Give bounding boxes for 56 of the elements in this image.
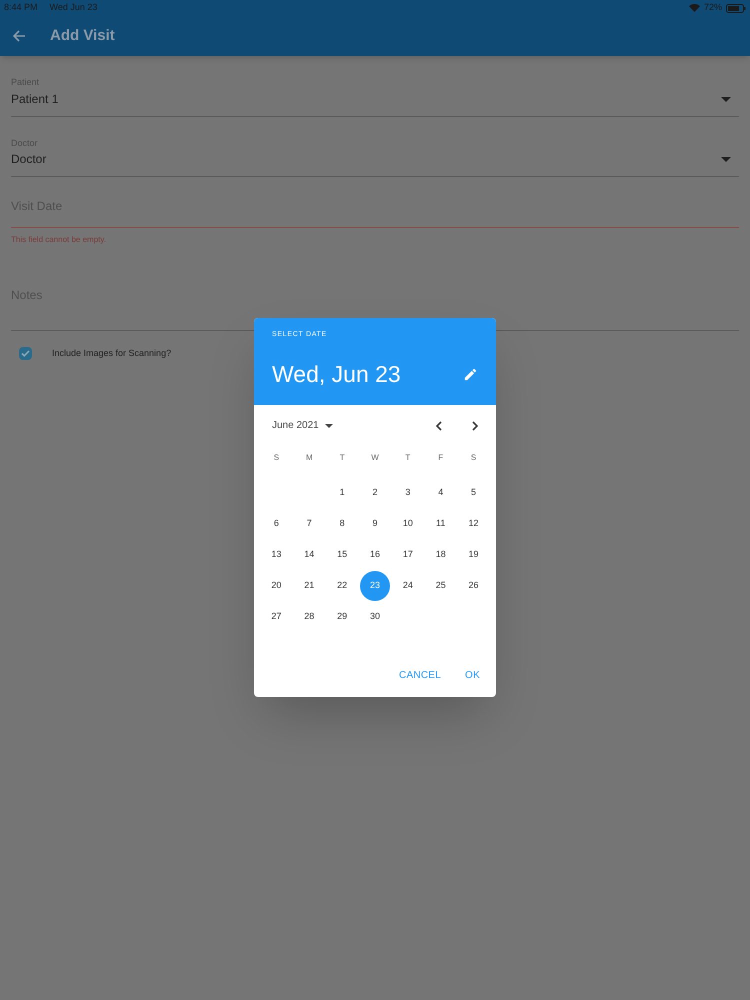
app-bar-title: Add Visit: [50, 26, 115, 46]
calendar-day[interactable]: 18: [426, 540, 456, 570]
weekday-label: M: [304, 452, 314, 464]
calendar-day[interactable]: 20: [261, 571, 292, 601]
calendar-day[interactable]: 4: [426, 478, 456, 508]
calendar-day[interactable]: 26: [458, 571, 489, 601]
calendar-day[interactable]: 5: [458, 478, 489, 508]
dropdown-caret-icon: [721, 96, 731, 102]
calendar-day[interactable]: 13: [261, 540, 292, 570]
calendar-day[interactable]: 28: [294, 602, 324, 632]
weekday-label: F: [437, 452, 444, 464]
calendar-day[interactable]: 1: [327, 478, 358, 508]
next-month-icon[interactable]: [471, 420, 479, 430]
calendar-day[interactable]: 17: [392, 540, 423, 570]
back-arrow-icon[interactable]: [12, 29, 26, 43]
previous-month-icon[interactable]: [435, 420, 443, 430]
calendar-day[interactable]: 25: [426, 571, 456, 601]
calendar-day[interactable]: 29: [327, 602, 358, 632]
selected-date-headline: Wed, Jun 23: [272, 362, 401, 386]
calendar-day[interactable]: 10: [392, 509, 423, 539]
checkbox-label: Include Images for Scanning?: [52, 347, 172, 360]
calendar-day[interactable]: 11: [426, 509, 456, 539]
calendar-day[interactable]: 27: [261, 602, 292, 632]
calendar-day[interactable]: 15: [327, 540, 358, 570]
status-date: Wed Jun 23: [50, 1, 98, 14]
dropdown-caret-icon: [324, 424, 333, 428]
calendar-day[interactable]: 6: [261, 509, 292, 539]
field-value: Doctor: [11, 151, 48, 168]
calendar-day[interactable]: 7: [294, 509, 324, 539]
calendar-day[interactable]: 2: [360, 478, 390, 508]
weekday-label: S: [470, 452, 478, 464]
calendar-day[interactable]: 22: [327, 571, 358, 601]
calendar-day[interactable]: 9: [360, 509, 390, 539]
wifi-icon: [688, 4, 700, 12]
battery-percent: 72%: [704, 1, 722, 14]
weekday-label: W: [370, 452, 380, 464]
calendar-day[interactable]: 24: [392, 571, 423, 601]
status-time: 8:44 PM: [4, 1, 38, 14]
error-message: This field cannot be empty.: [11, 234, 108, 246]
weekday-label: T: [338, 452, 346, 464]
calendar-day[interactable]: 14: [294, 540, 324, 570]
calendar-day[interactable]: 16: [360, 540, 390, 570]
weekday-label: S: [272, 452, 280, 464]
calendar-day[interactable]: 30: [360, 602, 390, 632]
battery-icon: [726, 4, 746, 12]
weekday-label: T: [404, 452, 412, 464]
checkbox[interactable]: [19, 347, 32, 360]
calendar-day[interactable]: 12: [458, 509, 489, 539]
calendar-day[interactable]: 21: [294, 571, 324, 601]
calendar-day[interactable]: 3: [392, 478, 423, 508]
month-selector[interactable]: June 2021: [272, 418, 333, 433]
calendar-day[interactable]: 8: [327, 509, 358, 539]
dropdown-caret-icon: [721, 157, 731, 162]
calendar-day[interactable]: 19: [458, 540, 489, 570]
field-value: Patient 1: [11, 90, 60, 108]
pencil-icon[interactable]: [463, 366, 478, 382]
